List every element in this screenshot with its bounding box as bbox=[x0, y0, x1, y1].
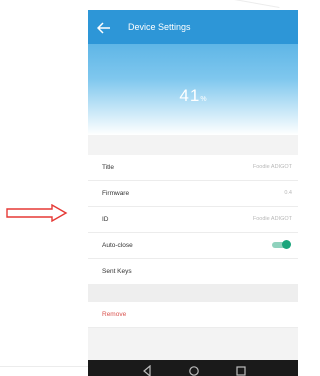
page-title: Device Settings bbox=[128, 22, 191, 32]
battery-unit: % bbox=[200, 96, 207, 103]
settings-list: Title Foodie ADIGOT Firmware 0.4 ID Food… bbox=[88, 155, 298, 285]
battery-value: 41 bbox=[179, 86, 201, 105]
nav-recents-icon[interactable] bbox=[235, 365, 247, 376]
section-divider bbox=[88, 284, 298, 302]
background-line bbox=[200, 0, 280, 8]
setting-row-id[interactable]: ID Foodie ADIGOT bbox=[88, 207, 298, 233]
setting-label: ID bbox=[102, 216, 109, 223]
setting-row-sent-keys[interactable]: Sent Keys bbox=[88, 259, 298, 285]
background-line bbox=[0, 366, 90, 367]
setting-row-firmware[interactable]: Firmware 0.4 bbox=[88, 181, 298, 207]
setting-value: Foodie ADIGOT bbox=[252, 164, 292, 170]
app-bar: Device Settings bbox=[88, 10, 298, 44]
setting-value: Foodie ADIGOT bbox=[252, 216, 292, 222]
setting-label: Auto-close bbox=[102, 242, 133, 249]
battery-level: 41% bbox=[88, 86, 298, 106]
setting-label: Firmware bbox=[102, 190, 130, 197]
setting-row-title[interactable]: Title Foodie ADIGOT bbox=[88, 155, 298, 181]
remove-button[interactable]: Remove bbox=[88, 302, 298, 328]
toggle-knob bbox=[282, 240, 291, 249]
setting-label: Sent Keys bbox=[102, 268, 132, 275]
auto-close-toggle[interactable] bbox=[272, 240, 291, 249]
setting-value: 0.4 bbox=[284, 190, 292, 196]
pointer-arrow-icon bbox=[6, 203, 68, 227]
back-arrow-icon[interactable] bbox=[96, 21, 111, 34]
header: Device Settings 41% bbox=[88, 10, 298, 135]
nav-home-icon[interactable] bbox=[188, 365, 200, 376]
nav-back-icon[interactable] bbox=[142, 365, 152, 376]
remove-label: Remove bbox=[102, 311, 127, 318]
setting-row-auto-close: Auto-close bbox=[88, 233, 298, 259]
setting-label: Title bbox=[102, 164, 115, 171]
system-nav-bar bbox=[88, 360, 298, 376]
phone-screen: Device Settings 41% Title Foodie ADIGOT … bbox=[88, 10, 298, 376]
